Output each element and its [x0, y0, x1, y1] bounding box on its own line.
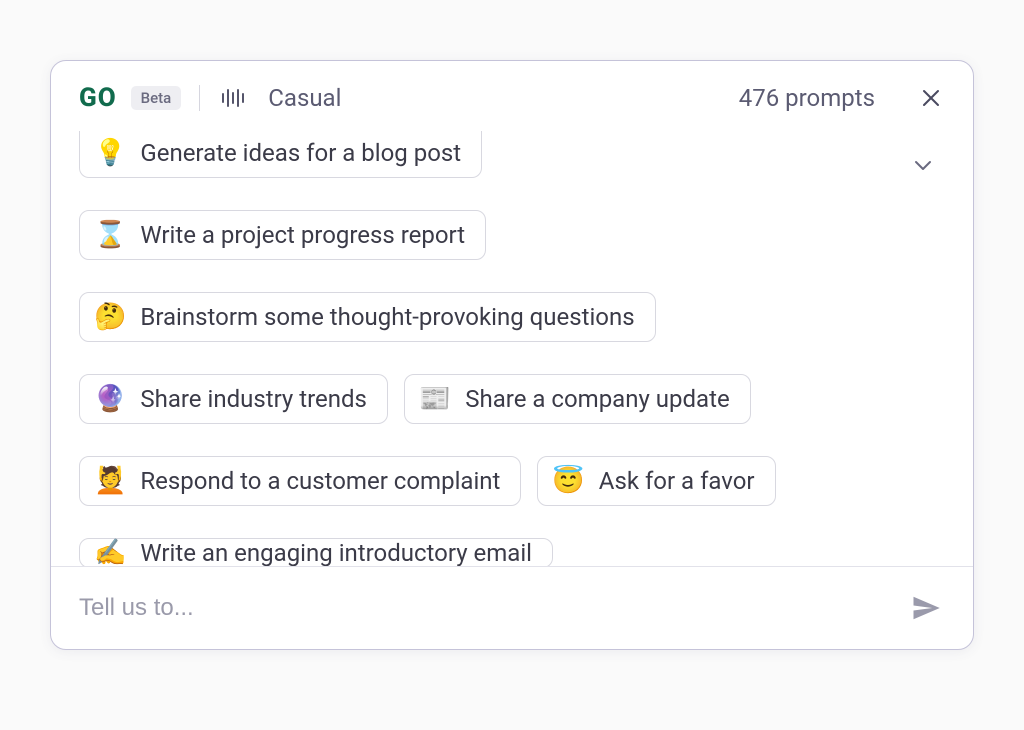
suggestion-label: Share a company update: [465, 385, 729, 413]
suggestions-list: 💡 Generate ideas for a blog post ⌛ Write…: [51, 131, 973, 566]
suggestion-chip[interactable]: 💡 Generate ideas for a blog post: [79, 131, 482, 178]
suggestion-label: Brainstorm some thought-provoking questi…: [140, 303, 634, 331]
suggestion-chip[interactable]: 😇 Ask for a favor: [537, 456, 775, 506]
suggestion-label: Write an engaging introductory email: [140, 539, 532, 566]
voice-icon[interactable]: [218, 85, 248, 111]
suggestion-chip[interactable]: 🔮 Share industry trends: [79, 374, 388, 424]
suggestion-chip[interactable]: 💆 Respond to a customer complaint: [79, 456, 521, 506]
thinking-face-icon: 🤔: [94, 304, 126, 330]
hourglass-icon: ⌛: [94, 222, 126, 248]
prompts-count: 476 prompts: [739, 84, 875, 112]
newspaper-icon: 📰: [419, 386, 451, 412]
beta-badge: Beta: [131, 86, 182, 110]
mode-selector[interactable]: Casual: [268, 84, 341, 112]
collapse-chevron[interactable]: [907, 153, 939, 177]
close-button[interactable]: [917, 84, 945, 112]
suggestion-chip[interactable]: 🤔 Brainstorm some thought-provoking ques…: [79, 292, 656, 342]
suggestion-label: Respond to a customer complaint: [140, 467, 500, 495]
panel-header: GO Beta Casual 476 prompts: [51, 61, 973, 131]
suggestion-label: Generate ideas for a blog post: [140, 139, 461, 167]
suggestion-label: Write a project progress report: [140, 221, 465, 249]
angel-face-icon: 😇: [552, 468, 584, 494]
prompt-panel: GO Beta Casual 476 prompts 💡 Generate id…: [50, 60, 974, 650]
suggestion-label: Share industry trends: [140, 385, 367, 413]
lightbulb-icon: 💡: [94, 140, 126, 166]
suggestion-chip[interactable]: 📰 Share a company update: [404, 374, 751, 424]
send-button[interactable]: [907, 589, 945, 627]
suggestion-label: Ask for a favor: [599, 467, 755, 495]
app-logo: GO: [79, 83, 117, 113]
person-massage-icon: 💆: [94, 468, 126, 494]
input-bar: [51, 566, 973, 649]
suggestion-chip[interactable]: ✍️ Write an engaging introductory email: [79, 538, 553, 566]
crystal-ball-icon: 🔮: [94, 386, 126, 412]
writing-hand-icon: ✍️: [94, 540, 126, 566]
divider: [199, 85, 200, 111]
suggestion-chip[interactable]: ⌛ Write a project progress report: [79, 210, 486, 260]
prompt-input[interactable]: [79, 594, 891, 622]
